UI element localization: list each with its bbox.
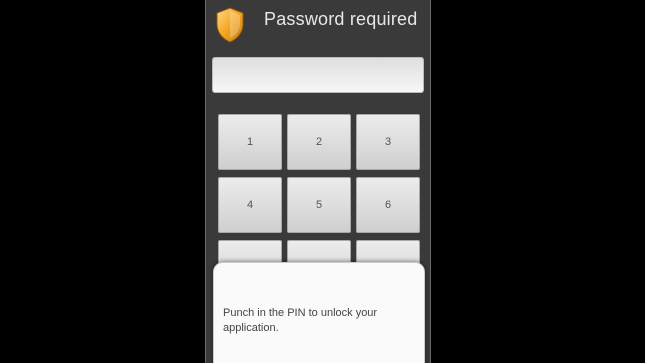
key-2-button[interactable]: 2 bbox=[287, 114, 351, 170]
phone-screen: Password required 1 2 3 4 5 6 Punch in t… bbox=[205, 0, 431, 363]
key-6-button[interactable]: 6 bbox=[356, 177, 420, 233]
key-1-button[interactable]: 1 bbox=[218, 114, 282, 170]
key-4-button[interactable]: 4 bbox=[218, 177, 282, 233]
key-5-button[interactable]: 5 bbox=[287, 177, 351, 233]
key-3-button[interactable]: 3 bbox=[356, 114, 420, 170]
help-popup: Punch in the PIN to unlock your applicat… bbox=[213, 262, 425, 363]
help-text: Punch in the PIN to unlock your applicat… bbox=[223, 307, 378, 334]
